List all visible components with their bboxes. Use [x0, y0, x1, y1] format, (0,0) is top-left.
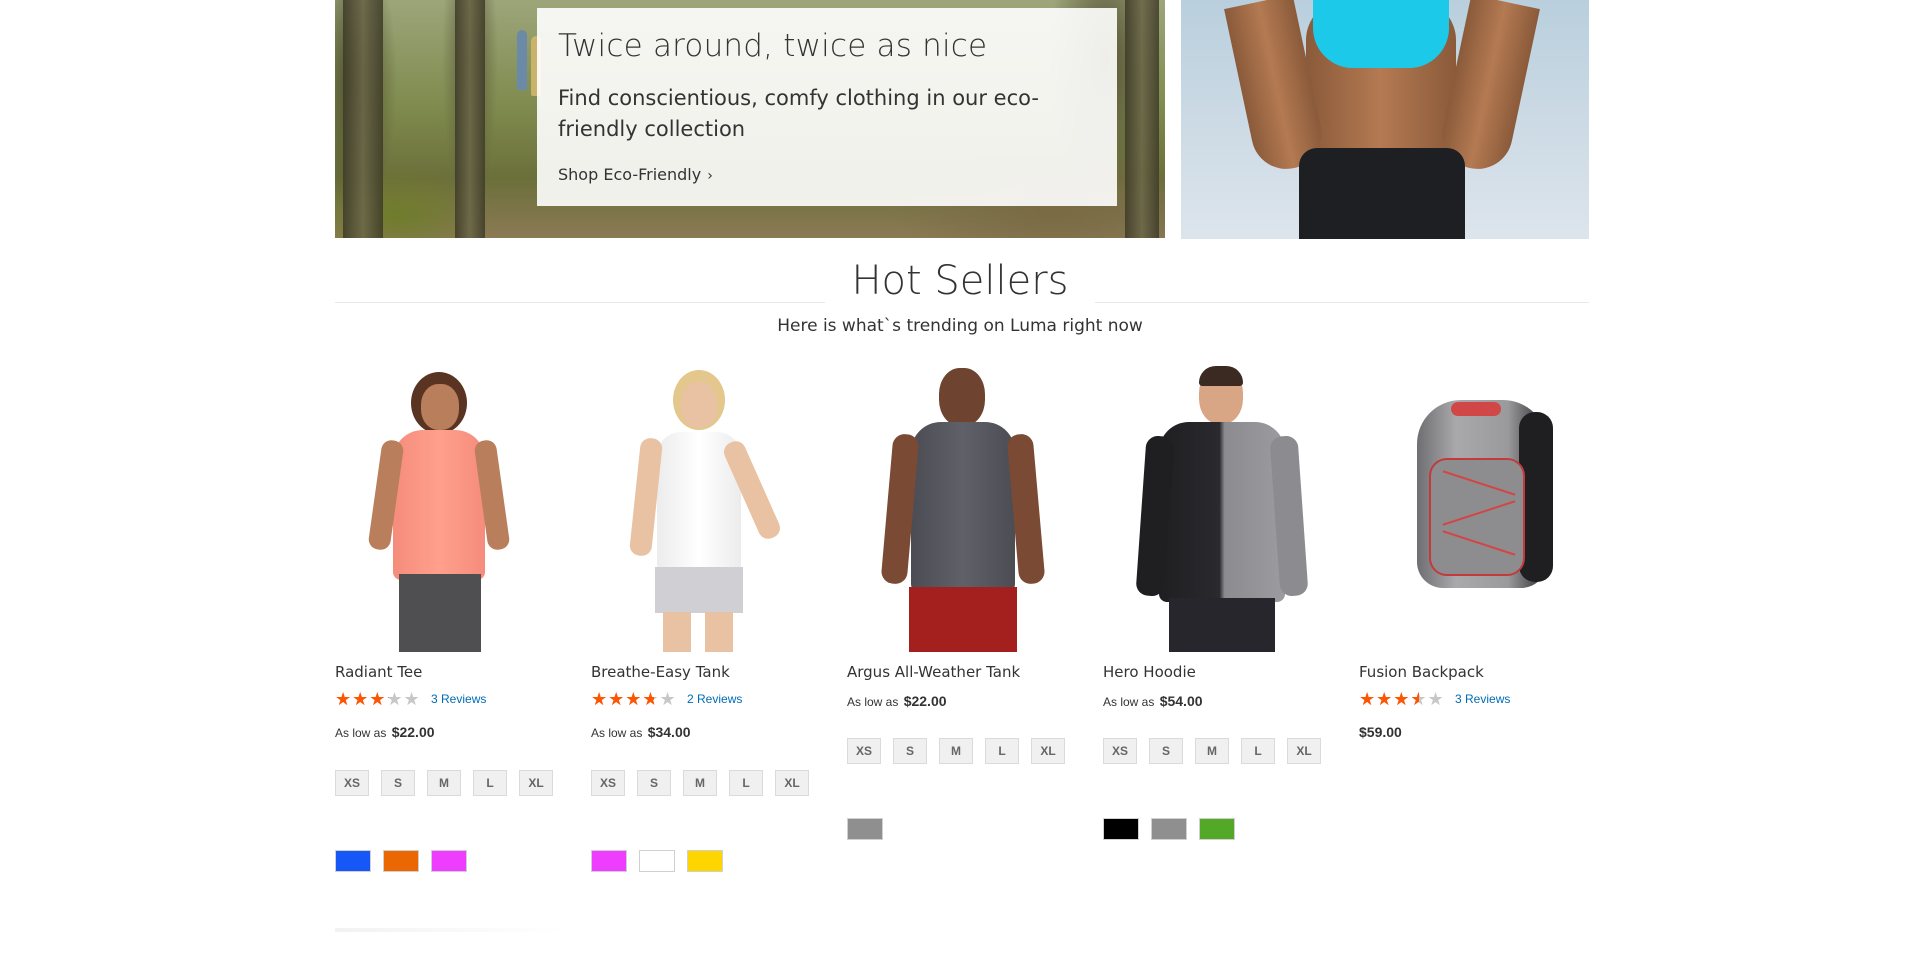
rating-stars: ★★★★★ ★★★★★ [591, 690, 681, 708]
reviews-link[interactable]: 3 Reviews [1455, 692, 1510, 706]
size-option-xs[interactable]: XS [335, 770, 369, 796]
eco-friendly-banner[interactable]: Twice around, twice as nice Find conscie… [335, 0, 1165, 238]
price-prefix: As low as [1103, 695, 1155, 709]
price-amount: $22.00 [391, 724, 435, 740]
size-option-s[interactable]: S [1149, 738, 1183, 764]
price-amount: $34.00 [647, 724, 691, 740]
reviews-link[interactable]: 2 Reviews [687, 692, 742, 706]
size-option-l[interactable]: L [1241, 738, 1275, 764]
size-option-l[interactable]: L [473, 770, 507, 796]
color-swatches [335, 850, 467, 872]
yoga-banner[interactable] [1181, 0, 1589, 239]
rating-stars: ★★★★★ ★★★★★ [335, 690, 425, 708]
price-amount: $54.00 [1159, 693, 1203, 709]
color-swatch[interactable] [383, 850, 419, 872]
eco-banner-title: Twice around, twice as nice [558, 28, 988, 64]
tree-trunk-image [1125, 0, 1159, 238]
eco-banner-subtitle: Find conscientious, comfy clothing in ou… [558, 86, 1039, 141]
leggings-image [1299, 148, 1465, 239]
color-swatch[interactable] [335, 850, 371, 872]
next-section-divider [335, 928, 565, 932]
color-swatches [591, 850, 723, 872]
shop-eco-friendly-link[interactable]: Shop Eco-Friendly › [558, 165, 713, 184]
size-option-xl[interactable]: XL [1031, 738, 1065, 764]
color-swatch[interactable] [1103, 818, 1139, 840]
price-box: As low as $22.00 [847, 693, 947, 709]
product-card: Radiant Tee ★★★★★ ★★★★★ 3 Reviews As low… [335, 362, 571, 872]
hero-hoodie-image[interactable] [1103, 362, 1339, 652]
size-option-s[interactable]: S [381, 770, 415, 796]
size-swatches: XS S M L XL [591, 770, 831, 796]
price-prefix: As low as [591, 726, 643, 740]
product-card: Hero Hoodie As low as $54.00 XS S M L XL [1103, 362, 1339, 840]
size-swatches: XS S M L XL [1103, 738, 1343, 764]
sports-bra-image [1313, 0, 1449, 68]
size-option-m[interactable]: M [1195, 738, 1229, 764]
color-swatch[interactable] [1199, 818, 1235, 840]
color-swatch[interactable] [639, 850, 675, 872]
size-option-m[interactable]: M [683, 770, 717, 796]
argus-all-weather-tank-image[interactable] [847, 362, 1083, 652]
stars-filled-icon: ★★★★★ [335, 690, 389, 708]
stars-filled-icon: ★★★★★ [1359, 690, 1419, 708]
product-card: Fusion Backpack ★★★★★ ★★★★★ 3 Reviews $5… [1359, 362, 1595, 740]
price-box: As low as $54.00 [1103, 693, 1203, 709]
product-card: Argus All-Weather Tank As low as $22.00 … [847, 362, 1083, 840]
rating-summary: ★★★★★ ★★★★★ 3 Reviews [1359, 690, 1510, 708]
color-swatch[interactable] [847, 818, 883, 840]
price-box: As low as $34.00 [591, 724, 691, 740]
size-option-xs[interactable]: XS [1103, 738, 1137, 764]
price-prefix: As low as [847, 695, 899, 709]
color-swatch[interactable] [1151, 818, 1187, 840]
price-prefix: As low as [335, 726, 387, 740]
eco-promo-panel: Twice around, twice as nice Find conscie… [537, 8, 1117, 206]
color-swatch[interactable] [431, 850, 467, 872]
product-name-link[interactable]: Argus All-Weather Tank [847, 663, 1020, 681]
luma-home-page: Twice around, twice as nice Find conscie… [0, 0, 1920, 955]
size-option-xs[interactable]: XS [591, 770, 625, 796]
size-option-xl[interactable]: XL [1287, 738, 1321, 764]
stars-filled-icon: ★★★★★ [591, 690, 654, 708]
size-option-m[interactable]: M [939, 738, 973, 764]
size-option-xs[interactable]: XS [847, 738, 881, 764]
color-swatches [1103, 818, 1235, 840]
size-swatches: XS S M L XL [847, 738, 1087, 764]
size-option-s[interactable]: S [893, 738, 927, 764]
product-name-link[interactable]: Hero Hoodie [1103, 663, 1196, 681]
color-swatch[interactable] [591, 850, 627, 872]
rating-summary: ★★★★★ ★★★★★ 3 Reviews [335, 690, 486, 708]
product-name-link[interactable]: Fusion Backpack [1359, 663, 1484, 681]
price-box: $59.00 [1359, 724, 1402, 740]
size-option-xl[interactable]: XL [775, 770, 809, 796]
rating-summary: ★★★★★ ★★★★★ 2 Reviews [591, 690, 742, 708]
product-name-link[interactable]: Radiant Tee [335, 663, 422, 681]
chevron-right-icon: › [707, 168, 713, 184]
price-amount: $59.00 [1359, 724, 1402, 740]
product-card: Breathe-Easy Tank ★★★★★ ★★★★★ 2 Reviews … [591, 362, 827, 872]
breathe-easy-tank-image[interactable] [591, 362, 827, 652]
hiker-figure-image [517, 30, 527, 90]
fusion-backpack-image[interactable] [1359, 362, 1595, 652]
size-option-l[interactable]: L [729, 770, 763, 796]
tree-trunk-image [455, 0, 485, 238]
color-swatches [847, 818, 883, 840]
tree-trunk-image [343, 0, 383, 238]
product-name-link[interactable]: Breathe-Easy Tank [591, 663, 730, 681]
size-option-xl[interactable]: XL [519, 770, 553, 796]
hot-sellers-title: Hot Sellers [0, 258, 1920, 304]
product-grid: Radiant Tee ★★★★★ ★★★★★ 3 Reviews As low… [335, 362, 1595, 922]
size-swatches: XS S M L XL [335, 770, 575, 796]
rating-stars: ★★★★★ ★★★★★ [1359, 690, 1449, 708]
size-option-m[interactable]: M [427, 770, 461, 796]
size-option-s[interactable]: S [637, 770, 671, 796]
color-swatch[interactable] [687, 850, 723, 872]
shop-eco-friendly-label: Shop Eco-Friendly [558, 165, 702, 184]
price-box: As low as $22.00 [335, 724, 435, 740]
reviews-link[interactable]: 3 Reviews [431, 692, 486, 706]
size-option-l[interactable]: L [985, 738, 1019, 764]
price-amount: $22.00 [903, 693, 947, 709]
radiant-tee-image[interactable] [335, 362, 571, 652]
hot-sellers-subtitle: Here is what`s trending on Luma right no… [777, 316, 1143, 336]
